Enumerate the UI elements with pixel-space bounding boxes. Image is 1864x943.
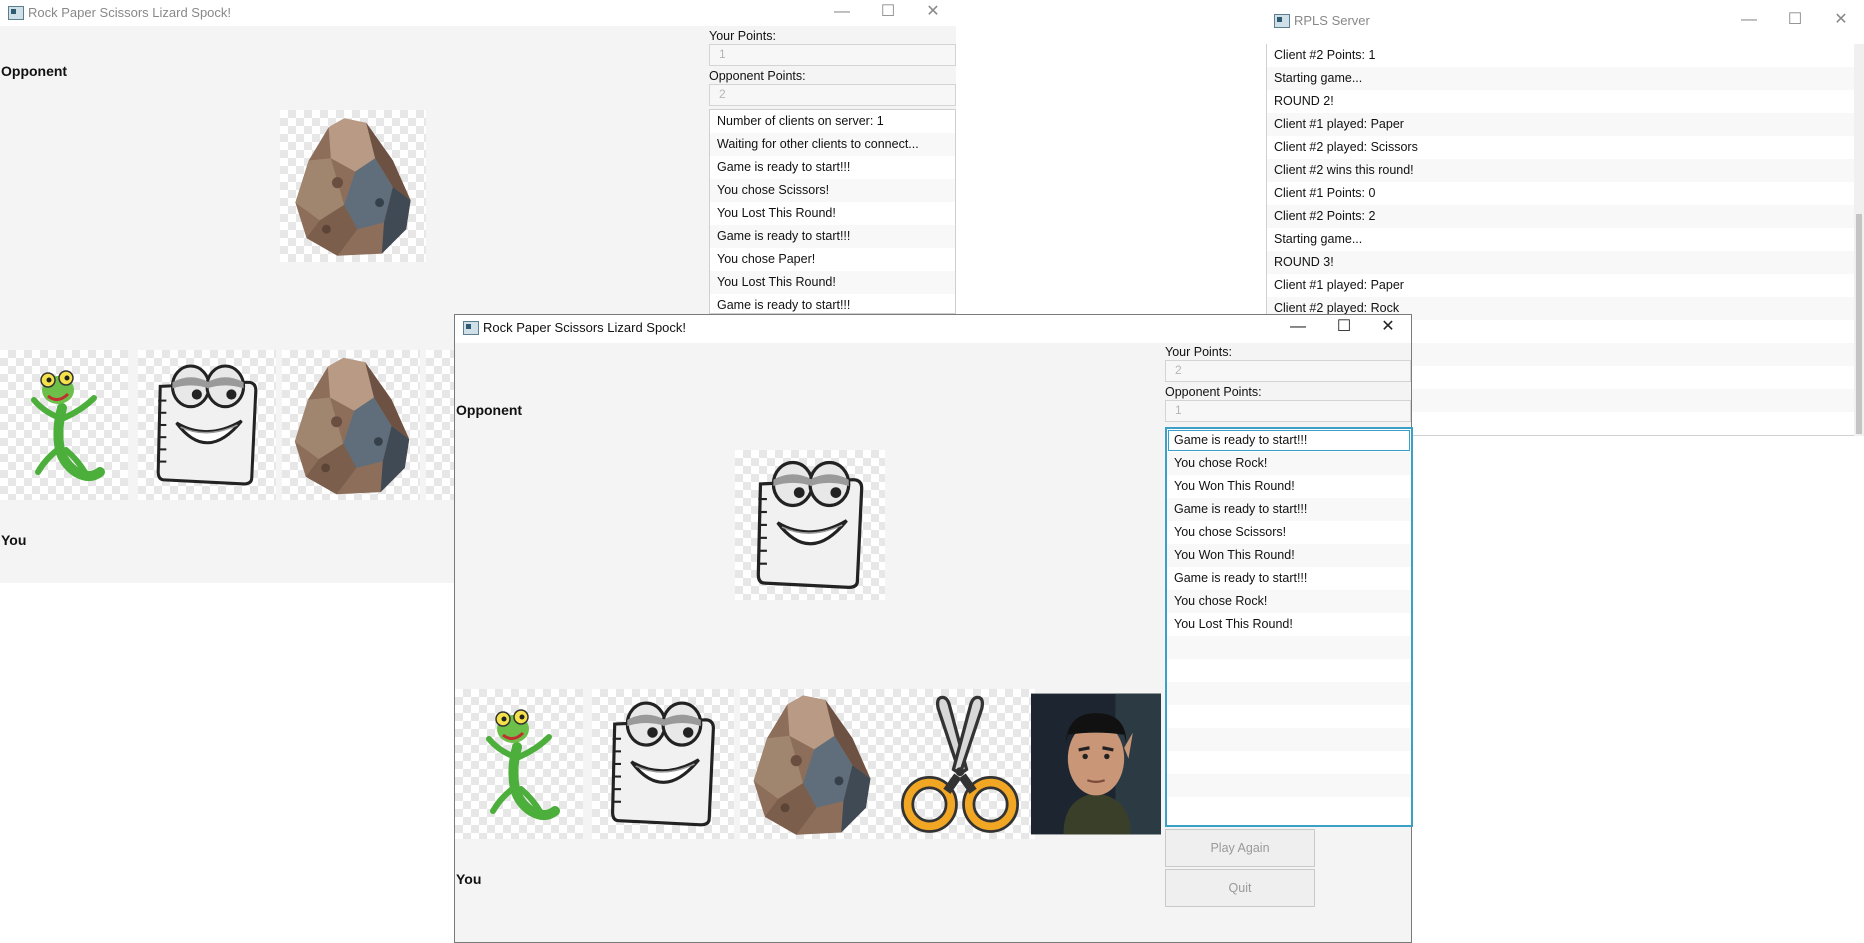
client-window-front: Rock Paper Scissors Lizard Spock! — ☐ ✕ … bbox=[454, 314, 1413, 943]
log-row[interactable]: Game is ready to start!!! bbox=[1167, 567, 1411, 590]
log-row: Starting game... bbox=[1267, 67, 1854, 90]
scissors-choice-image-partial[interactable] bbox=[426, 350, 456, 500]
log-row: Client #2 Points: 1 bbox=[1274, 48, 1376, 62]
lizard-choice-image[interactable] bbox=[0, 350, 128, 500]
opponent-label: Opponent bbox=[1, 63, 68, 79]
log-row-empty bbox=[1167, 705, 1411, 728]
your-points-field[interactable]: 1 bbox=[709, 44, 956, 66]
title-bar: RPLS Server — ☐ ✕ bbox=[1266, 8, 1864, 36]
message-log[interactable]: Game is ready to start!!! You chose Rock… bbox=[1165, 427, 1413, 827]
log-row-empty bbox=[1167, 797, 1411, 820]
log-row-empty bbox=[1167, 659, 1411, 682]
rock-choice-image[interactable] bbox=[282, 350, 420, 500]
your-points-label: Your Points: bbox=[709, 29, 776, 43]
log-row: Starting game... bbox=[1274, 232, 1363, 246]
log-row: You chose Paper! bbox=[717, 252, 816, 266]
spock-choice-image[interactable] bbox=[1031, 689, 1161, 839]
log-row[interactable]: You Won This Round! bbox=[1167, 475, 1411, 498]
minimize-button[interactable]: — bbox=[1726, 8, 1772, 34]
paper-choice-image[interactable] bbox=[138, 350, 276, 500]
you-label: You bbox=[1, 532, 27, 548]
log-row: Client #1 Points: 0 bbox=[1274, 186, 1376, 200]
maximize-button[interactable]: ☐ bbox=[1321, 315, 1367, 341]
close-button[interactable]: ✕ bbox=[1365, 315, 1411, 341]
log-row-selected[interactable]: Game is ready to start!!! bbox=[1167, 429, 1411, 452]
opponent-choice-paper-image bbox=[735, 450, 885, 600]
scrollbar-thumb[interactable] bbox=[1856, 214, 1862, 434]
rock-choice-image[interactable] bbox=[740, 689, 884, 839]
log-row: Client #1 played: Paper bbox=[1274, 278, 1404, 292]
log-row: Game is ready to start!!! bbox=[717, 160, 851, 174]
close-button[interactable]: ✕ bbox=[1818, 8, 1864, 34]
window-title: RPLS Server bbox=[1294, 13, 1370, 28]
log-row: Game is ready to start!!! bbox=[710, 225, 955, 248]
log-row[interactable]: Game is ready to start!!! bbox=[1167, 498, 1411, 521]
window-title: Rock Paper Scissors Lizard Spock! bbox=[483, 320, 687, 335]
scissors-choice-image[interactable] bbox=[885, 689, 1035, 839]
log-row[interactable]: You chose Rock! bbox=[1167, 452, 1411, 475]
close-button[interactable]: ✕ bbox=[910, 0, 956, 26]
you-label: You bbox=[456, 871, 482, 887]
log-row: Client #2 wins this round! bbox=[1267, 159, 1854, 182]
opponent-choice-rock-image bbox=[280, 110, 426, 262]
log-row: Client #2 Points: 2 bbox=[1267, 205, 1854, 228]
maximize-button[interactable]: ☐ bbox=[865, 0, 911, 26]
log-row: Waiting for other clients to connect... bbox=[710, 133, 955, 156]
log-row: You Lost This Round! bbox=[717, 206, 836, 220]
lizard-choice-image[interactable] bbox=[455, 689, 583, 839]
log-row: Client #2 played: Scissors bbox=[1274, 140, 1418, 154]
log-row-empty bbox=[1167, 728, 1411, 751]
log-row: ROUND 2! bbox=[1274, 94, 1334, 108]
app-icon bbox=[1274, 14, 1290, 28]
log-row-empty bbox=[1167, 774, 1411, 797]
window-title: Rock Paper Scissors Lizard Spock! bbox=[28, 5, 232, 20]
log-row: You Lost This Round! bbox=[710, 271, 955, 294]
log-row-empty bbox=[1167, 682, 1411, 705]
opponent-points-field[interactable]: 1 bbox=[1165, 400, 1411, 422]
log-row: Number of clients on server: 1 bbox=[717, 114, 884, 128]
minimize-button[interactable]: — bbox=[819, 0, 865, 26]
log-row: Client #1 played: Paper bbox=[1267, 113, 1854, 136]
your-points-field[interactable]: 2 bbox=[1165, 360, 1411, 382]
message-log[interactable]: Number of clients on server: 1 Waiting f… bbox=[709, 109, 956, 314]
log-row: ROUND 3! bbox=[1267, 251, 1854, 274]
log-row[interactable]: You Lost This Round! bbox=[1167, 613, 1411, 636]
app-icon bbox=[463, 321, 479, 335]
title-bar: Rock Paper Scissors Lizard Spock! — ☐ ✕ bbox=[0, 0, 956, 26]
minimize-button[interactable]: — bbox=[1275, 315, 1321, 341]
log-row[interactable]: You chose Scissors! bbox=[1167, 521, 1411, 544]
opponent-points-field[interactable]: 2 bbox=[709, 84, 956, 106]
app-icon bbox=[8, 6, 24, 20]
quit-button[interactable]: Quit bbox=[1165, 869, 1315, 907]
server-log-scrollbar[interactable] bbox=[1854, 44, 1864, 436]
log-row-empty bbox=[1167, 636, 1411, 659]
log-row[interactable]: You Won This Round! bbox=[1167, 544, 1411, 567]
log-row: You chose Scissors! bbox=[710, 179, 955, 202]
maximize-button[interactable]: ☐ bbox=[1772, 8, 1818, 34]
log-row[interactable]: You chose Rock! bbox=[1167, 590, 1411, 613]
log-row: Game is ready to start!!! bbox=[717, 298, 851, 312]
opponent-label: Opponent bbox=[456, 402, 523, 418]
title-bar: Rock Paper Scissors Lizard Spock! — ☐ ✕ bbox=[455, 315, 1411, 343]
paper-choice-image[interactable] bbox=[592, 689, 734, 839]
log-row-empty bbox=[1167, 751, 1411, 774]
opponent-points-label: Opponent Points: bbox=[709, 69, 806, 83]
your-points-label: Your Points: bbox=[1165, 345, 1232, 359]
opponent-points-label: Opponent Points: bbox=[1165, 385, 1262, 399]
play-again-button[interactable]: Play Again bbox=[1165, 829, 1315, 867]
